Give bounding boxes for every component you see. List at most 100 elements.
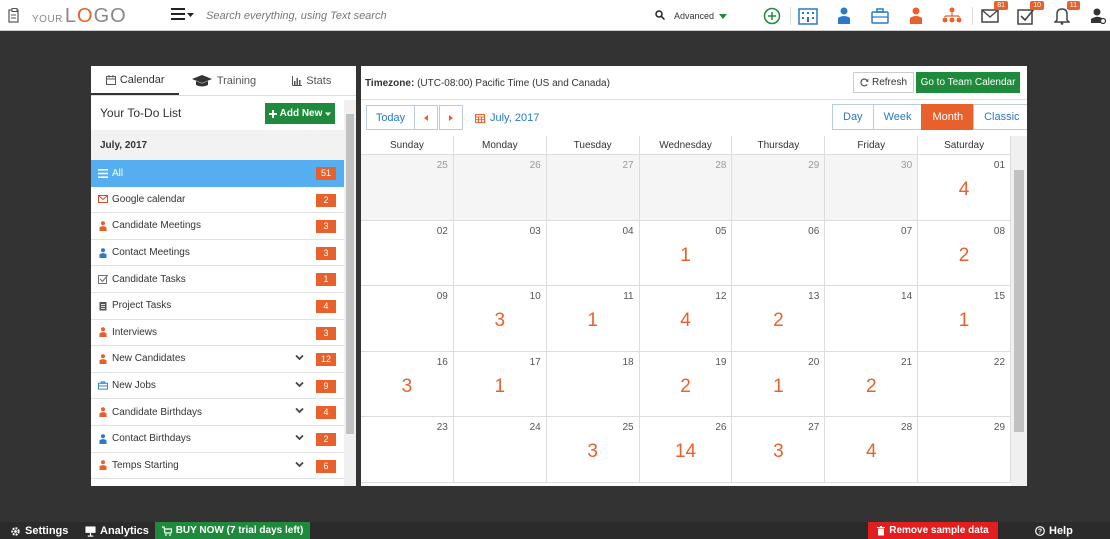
- event-count[interactable]: 2: [825, 376, 917, 398]
- candidate-icon[interactable]: [904, 4, 928, 28]
- day-cell[interactable]: 02: [361, 220, 454, 285]
- settings-button[interactable]: Settings: [10, 523, 68, 539]
- add-circle-icon[interactable]: [760, 4, 784, 28]
- day-cell[interactable]: 04: [547, 220, 640, 285]
- buy-now-button[interactable]: BUY NOW (7 trial days left): [155, 522, 310, 539]
- sidebar-item[interactable]: Candidate Meetings 3: [91, 213, 344, 240]
- chevron-down-icon[interactable]: [295, 353, 304, 362]
- event-count[interactable]: 3: [732, 441, 824, 463]
- today-button[interactable]: Today: [366, 105, 415, 130]
- event-count[interactable]: 2: [732, 310, 824, 332]
- day-cell[interactable]: 28 4: [825, 417, 919, 482]
- event-count[interactable]: 4: [825, 441, 917, 463]
- tab-stats[interactable]: Stats: [268, 66, 356, 95]
- event-count[interactable]: 4: [918, 179, 1010, 201]
- event-count[interactable]: 1: [918, 310, 1010, 332]
- team-calendar-button[interactable]: Go to Team Calendar: [916, 72, 1020, 93]
- day-cell[interactable]: 22: [918, 351, 1012, 416]
- day-cell[interactable]: 15 1: [918, 286, 1012, 351]
- search-icon[interactable]: [655, 10, 665, 20]
- event-count[interactable]: 1: [640, 245, 732, 267]
- event-count[interactable]: 4: [640, 310, 732, 332]
- event-count[interactable]: 14: [640, 441, 732, 463]
- day-cell[interactable]: 21 2: [825, 351, 919, 416]
- sidebar-item[interactable]: Contact Meetings 3: [91, 240, 344, 267]
- day-cell[interactable]: 26 14: [640, 417, 733, 482]
- prev-month-button[interactable]: [414, 105, 438, 130]
- mail-icon[interactable]: 81: [978, 1, 1008, 28]
- day-cell[interactable]: 27 3: [732, 417, 826, 482]
- document-icon[interactable]: [8, 8, 20, 23]
- event-count[interactable]: 3: [361, 376, 453, 398]
- day-cell[interactable]: 29: [732, 155, 826, 220]
- company-icon[interactable]: [796, 4, 820, 28]
- event-count[interactable]: 3: [454, 310, 546, 332]
- main-menu-button[interactable]: [171, 8, 194, 20]
- help-button[interactable]: ? Help: [1035, 523, 1073, 539]
- event-count[interactable]: 1: [732, 376, 824, 398]
- day-cell[interactable]: 20 1: [732, 351, 826, 416]
- calendar-scroll-thumb[interactable]: [1014, 170, 1024, 432]
- chevron-down-icon[interactable]: [295, 460, 304, 469]
- day-cell[interactable]: 24: [454, 417, 547, 482]
- day-cell[interactable]: 28: [639, 155, 733, 220]
- tab-training[interactable]: Training: [179, 66, 267, 95]
- current-month[interactable]: July, 2017: [475, 112, 539, 124]
- sidebar-item[interactable]: Project Tasks 4: [91, 293, 344, 320]
- day-cell[interactable]: 19 2: [640, 351, 733, 416]
- day-cell[interactable]: 08 2: [918, 220, 1012, 285]
- tab-calendar[interactable]: Calendar: [91, 66, 180, 95]
- briefcase-icon[interactable]: [868, 4, 892, 28]
- day-cell[interactable]: 07: [825, 220, 919, 285]
- event-count[interactable]: 2: [918, 245, 1010, 267]
- day-cell[interactable]: 03: [454, 220, 547, 285]
- logo[interactable]: YOUR LOGO: [32, 5, 127, 27]
- sidebar-item[interactable]: Interviews 3: [91, 320, 344, 347]
- chevron-down-icon[interactable]: [295, 433, 304, 442]
- day-cell[interactable]: 16 3: [361, 351, 454, 416]
- day-cell[interactable]: 17 1: [454, 351, 547, 416]
- day-cell[interactable]: 09: [361, 286, 454, 351]
- day-cell[interactable]: 23: [361, 417, 454, 482]
- refresh-button[interactable]: Refresh: [853, 72, 914, 93]
- event-count[interactable]: 3: [547, 441, 639, 463]
- remove-sample-data-button[interactable]: Remove sample data: [868, 522, 998, 539]
- day-cell[interactable]: 27: [546, 155, 640, 220]
- view-week-button[interactable]: Week: [872, 104, 923, 130]
- day-cell[interactable]: 12 4: [640, 286, 733, 351]
- sidebar-scrollbar[interactable]: [344, 100, 356, 486]
- user-settings-icon[interactable]: [1086, 4, 1110, 28]
- day-cell[interactable]: 25: [361, 155, 454, 220]
- day-cell[interactable]: 01 4: [918, 155, 1012, 220]
- sidebar-item[interactable]: Contact Birthdays 2: [91, 426, 344, 453]
- sidebar-item[interactable]: All 51: [91, 160, 344, 187]
- search-input[interactable]: [206, 6, 646, 26]
- day-cell[interactable]: 10 3: [454, 286, 547, 351]
- day-cell[interactable]: 30: [825, 155, 919, 220]
- day-cell[interactable]: 26: [453, 155, 547, 220]
- chevron-down-icon[interactable]: [295, 406, 304, 415]
- view-day-button[interactable]: Day: [832, 104, 874, 130]
- sidebar-scroll-thumb[interactable]: [346, 114, 354, 434]
- event-count[interactable]: 2: [640, 376, 732, 398]
- day-cell[interactable]: 18: [547, 351, 640, 416]
- sidebar-item[interactable]: New Jobs 9: [91, 373, 344, 400]
- bell-icon[interactable]: 11: [1050, 1, 1080, 28]
- sidebar-item[interactable]: Candidate Tasks 1: [91, 266, 344, 293]
- event-count[interactable]: 1: [454, 376, 546, 398]
- analytics-button[interactable]: Analytics: [85, 523, 149, 539]
- add-new-button[interactable]: Add New: [265, 103, 335, 124]
- view-month-button[interactable]: Month: [921, 104, 975, 130]
- sidebar-item[interactable]: Google calendar 2: [91, 187, 344, 214]
- day-cell[interactable]: 14: [825, 286, 919, 351]
- sidebar-item[interactable]: New Candidates 12: [91, 346, 344, 373]
- chevron-down-icon[interactable]: [295, 380, 304, 389]
- day-cell[interactable]: 05 1: [640, 220, 733, 285]
- day-cell[interactable]: 06: [732, 220, 826, 285]
- sidebar-item[interactable]: Temps Starting 6: [91, 453, 344, 480]
- calendar-scrollbar[interactable]: [1011, 136, 1027, 486]
- event-count[interactable]: 1: [547, 310, 639, 332]
- day-cell[interactable]: 11 1: [547, 286, 640, 351]
- tasks-icon[interactable]: 10: [1014, 1, 1044, 28]
- day-cell[interactable]: 13 2: [732, 286, 826, 351]
